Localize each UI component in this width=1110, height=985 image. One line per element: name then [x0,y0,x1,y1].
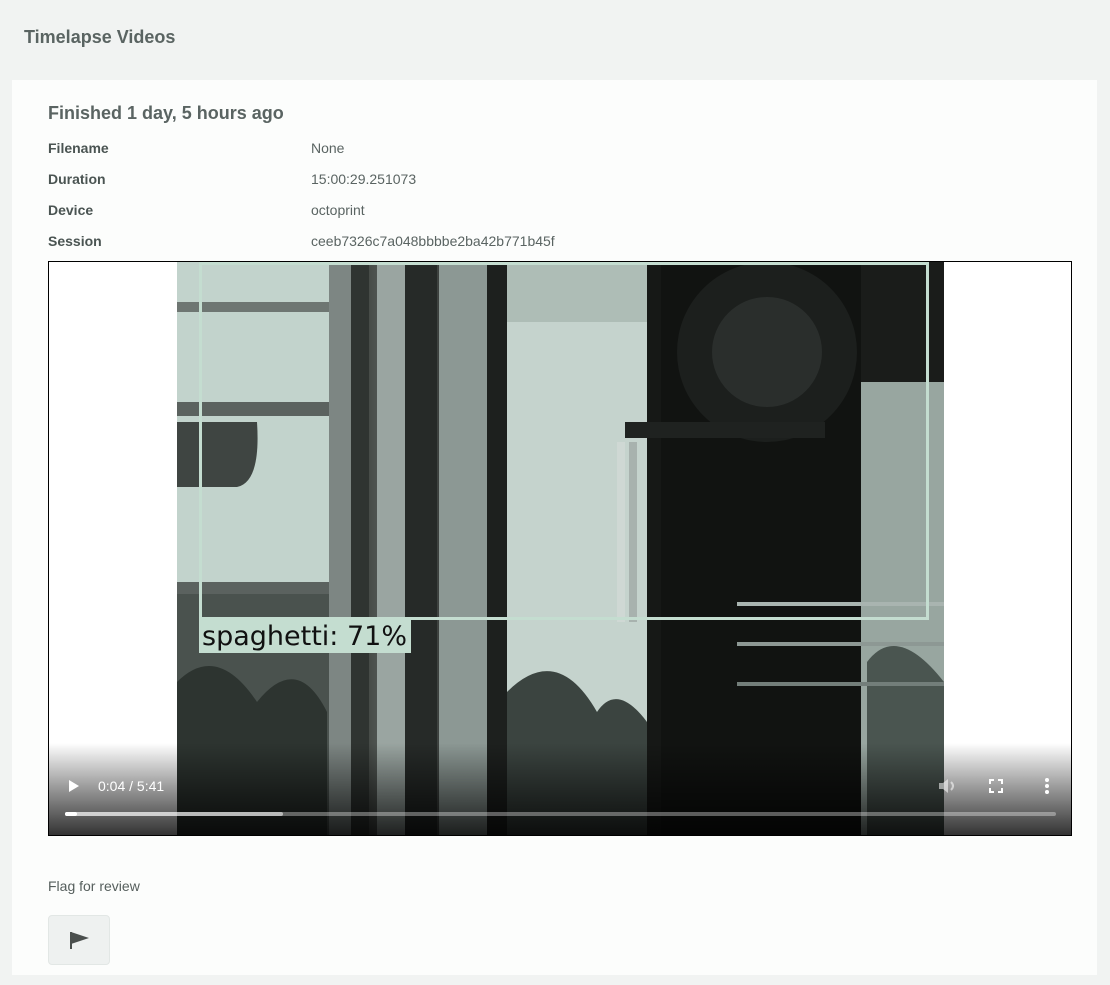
session-label: Session [48,233,102,249]
duration-label: Duration [48,171,106,187]
timelapse-card: Finished 1 day, 5 hours ago Filename Non… [12,80,1097,975]
video-player[interactable]: spaghetti: 71% 0:04 / 5:41 [48,261,1072,836]
video-controls-bar [49,743,1071,835]
video-progress-bar[interactable] [65,812,1056,816]
filename-label: Filename [48,140,109,156]
progress-played [65,812,77,816]
flag-for-review-button[interactable] [48,915,110,965]
detection-bounding-box [199,262,929,620]
flag-icon [70,932,89,949]
progress-buffered [65,812,284,816]
session-value: ceeb7326c7a048bbbbe2ba42b771b45f [311,233,555,249]
page-title: Timelapse Videos [24,27,176,47]
device-label: Device [48,202,94,218]
fullscreen-icon[interactable] [986,776,1006,796]
volume-icon[interactable] [937,776,959,796]
duration-value: 15:00:29.251073 [311,171,417,187]
device-value: octoprint [311,202,365,218]
flag-for-review-label: Flag for review [48,878,140,894]
time-display: 0:04 / 5:41 [98,778,165,794]
status-heading: Finished 1 day, 5 hours ago [48,103,284,123]
filename-value: None [311,140,345,156]
play-icon[interactable] [63,776,83,796]
detection-label: spaghetti: 71% [199,620,411,653]
more-options-icon[interactable] [1039,776,1055,796]
